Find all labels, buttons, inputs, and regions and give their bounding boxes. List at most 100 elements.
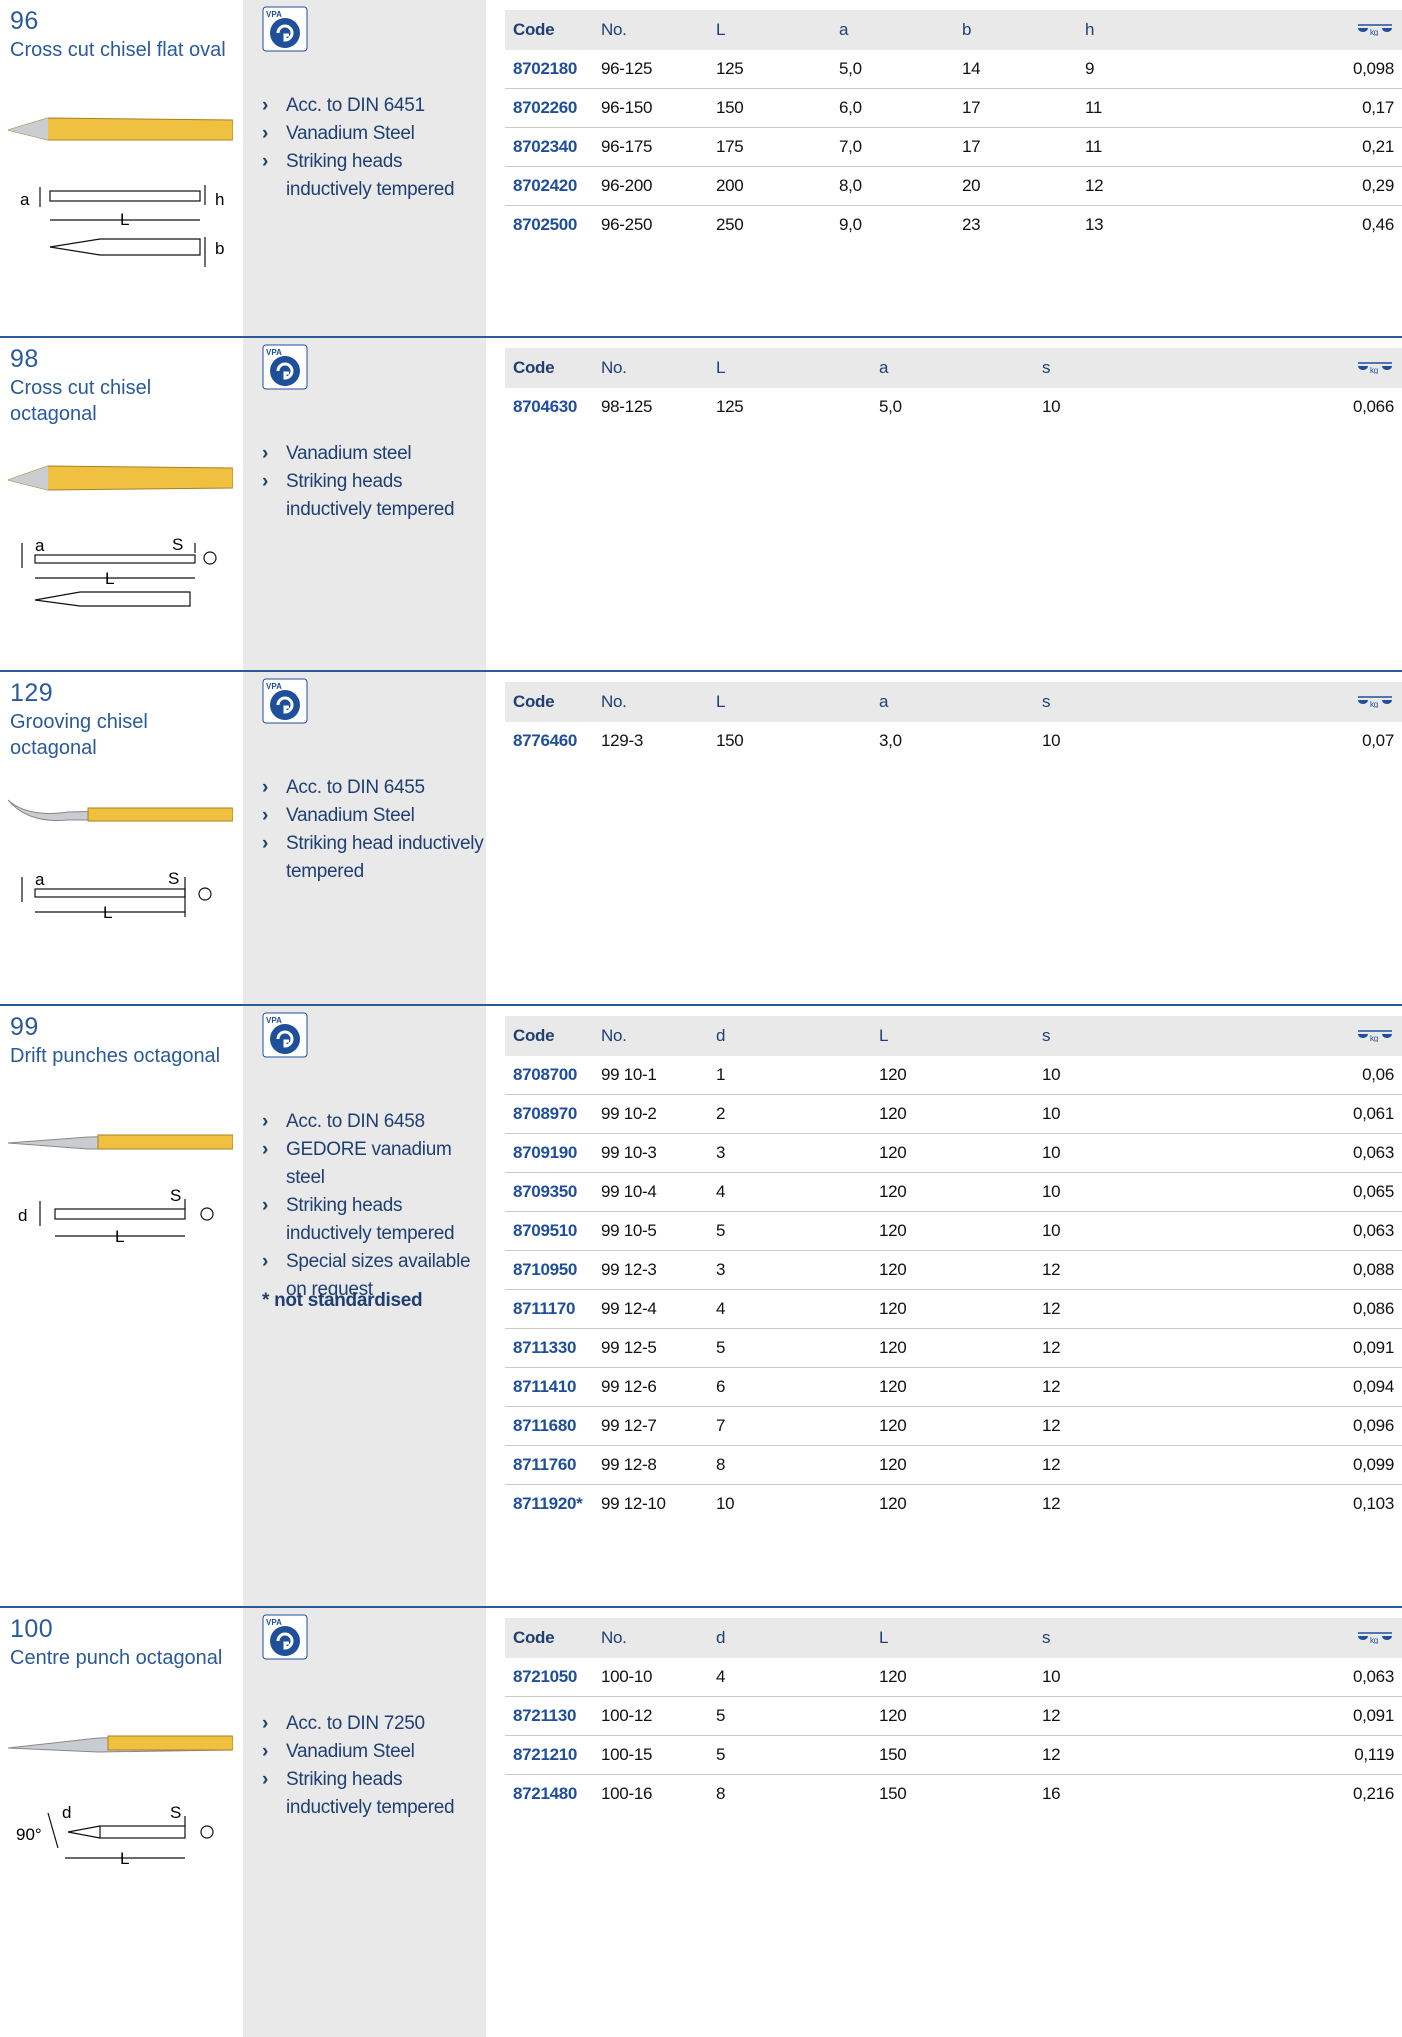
weight-cell: 0,086	[1150, 1289, 1402, 1329]
chevron-right-icon: ›	[262, 1741, 269, 1762]
svg-text:VPA: VPA	[266, 682, 282, 691]
label-L: L	[103, 903, 112, 922]
cell: 3,0	[879, 731, 902, 750]
chevron-right-icon: ›	[262, 805, 269, 826]
column-header: Code	[513, 1628, 555, 1647]
weight-cell: 0,119	[1150, 1735, 1402, 1775]
label-S: S	[170, 1803, 181, 1822]
product-number: 98	[10, 345, 39, 373]
article-code: 8702260	[505, 88, 593, 128]
article-code: 8709350	[505, 1172, 593, 1212]
cell: 12	[1034, 1367, 1151, 1407]
feature-item: › Striking heads inductively tempered	[262, 1766, 492, 1822]
article-code: 8776460	[513, 731, 578, 750]
cell: 7,0	[831, 127, 954, 167]
gs-certification-logo: VPA	[262, 6, 308, 52]
article-code: 8721130	[505, 1696, 593, 1736]
spec-table: Code No. d L s kg 8721050 100-10 4 120 10 0,0…	[505, 1618, 1402, 1813]
feature-item: › Striking heads inductively tempered	[262, 468, 492, 524]
cell: 120	[871, 1133, 1034, 1173]
cell: 9	[1077, 50, 1180, 89]
cell: 99 10-1	[593, 1056, 708, 1095]
cell: 10	[1034, 1172, 1151, 1212]
table-header-row: Code No. L a s kg	[505, 682, 1402, 722]
section-129: 129 Grooving chisel octagonal a S L VPA	[0, 672, 1402, 1004]
feature-item: › Acc. to DIN 6451	[262, 92, 492, 120]
label-a: a	[20, 190, 30, 209]
weight-cell: 0,096	[1150, 1406, 1402, 1446]
weight-cell: 0,065	[1150, 1172, 1402, 1212]
column-header: No.	[601, 1628, 627, 1647]
cell: 3	[708, 1250, 871, 1290]
feature-item: › Acc. to DIN 6458	[262, 1108, 492, 1136]
label-L: L	[115, 1227, 124, 1246]
column-header: s	[1042, 1026, 1051, 1045]
cell: 200	[708, 166, 831, 206]
cell: 120	[871, 1289, 1034, 1329]
cell: 120	[871, 1328, 1034, 1368]
feature-list: › Acc. to DIN 6451 › Vanadium Steel › Strik…	[262, 92, 492, 204]
label-d: d	[62, 1803, 71, 1822]
product-title: Drift punches octagonal	[10, 1045, 221, 1067]
cell: 120	[871, 1250, 1034, 1290]
column-header: Code	[513, 358, 555, 377]
article-code: 8702500	[513, 215, 578, 234]
table-row: 8711760 99 12-8 8 120 12 0,099	[505, 1445, 1402, 1485]
feature-item: › GEDORE vanadium steel	[262, 1136, 492, 1192]
weight-cell: 0,063	[1150, 1133, 1402, 1173]
cell: 100-15	[593, 1735, 708, 1775]
cell: 8,0	[831, 166, 954, 206]
footnote: * not standardised	[262, 1290, 423, 1311]
weight-cell: 0,098	[1179, 50, 1402, 89]
column-header: No.	[601, 20, 627, 39]
column-header: s	[1042, 358, 1051, 377]
weight-cell: 0,061	[1150, 1094, 1402, 1134]
table-row: 8702500 96-250 250 9,0 23 13 0,46	[505, 206, 1402, 245]
weight-header: kg	[1150, 348, 1402, 388]
weight-cell: 0,099	[1150, 1445, 1402, 1485]
label-L: L	[120, 1849, 129, 1868]
label-h: h	[215, 190, 224, 209]
svg-text:kg: kg	[1370, 366, 1378, 374]
chevron-right-icon: ›	[262, 777, 269, 798]
weight-cell: 0,17	[1179, 88, 1402, 128]
spec-table-container: Code No. d L s kg 8708700 99 10-1 1 120 10 0,…	[505, 1016, 1402, 1523]
cell: 150	[879, 1784, 907, 1803]
punch-image	[8, 1735, 233, 1753]
weight-cell: 0,103	[1352, 1494, 1394, 1513]
chevron-right-icon: ›	[262, 123, 269, 144]
cell: 125	[716, 397, 744, 416]
label-L: L	[105, 569, 114, 588]
chevron-right-icon: ›	[262, 151, 269, 172]
cell: 150	[708, 88, 831, 128]
table-row: 8711680 99 12-7 7 120 12 0,096	[505, 1406, 1402, 1446]
article-code: 8702420	[505, 166, 593, 206]
cell: 150	[871, 1735, 1034, 1775]
cell: 129-3	[601, 731, 643, 750]
feature-list: › Acc. to DIN 6458 › GEDORE vanadium steel…	[262, 1108, 492, 1304]
cell: 120	[871, 1056, 1034, 1095]
feature-item: › Vanadium Steel	[262, 120, 492, 148]
features-column: VPA › Acc. to DIN 6455 › Vanadium Steel › S…	[243, 672, 486, 1004]
scale-kg-icon: kg	[1358, 1631, 1392, 1645]
section-98: 98 Cross cut chisel octagonal a S L VPA	[0, 338, 1402, 670]
cell: 12	[1034, 1445, 1151, 1485]
column-header: L	[879, 1026, 889, 1045]
gs-certification-logo: VPA	[262, 344, 308, 390]
product-title: Grooving chisel octagonal	[10, 711, 148, 759]
article-code: 8711680	[505, 1406, 593, 1446]
article-code: 8704630	[513, 397, 578, 416]
gs-certification-logo: VPA	[262, 1614, 308, 1660]
cell: 4	[708, 1172, 871, 1212]
product-title: Cross cut chisel octagonal	[10, 377, 152, 425]
svg-text:kg: kg	[1370, 1034, 1378, 1042]
dimension-drawing: d S L	[18, 1186, 214, 1246]
table-row: 8702420 96-200 200 8,0 20 12 0,29	[505, 166, 1402, 206]
product-info-column: 96 Cross cut chisel flat oval a h L b	[0, 0, 243, 336]
gs-certification-logo: VPA	[262, 678, 308, 724]
spec-table-container: Code No. d L s kg 8721050 100-10 4 120 10 0,0…	[505, 1618, 1402, 1813]
cell: 99 10-5	[593, 1211, 708, 1251]
product-info-column: 99 Drift punches octagonal d S L	[0, 1006, 243, 1606]
weight-cell: 0,066	[1352, 397, 1394, 416]
feature-list: › Acc. to DIN 6455 › Vanadium Steel › Strik…	[262, 774, 492, 886]
